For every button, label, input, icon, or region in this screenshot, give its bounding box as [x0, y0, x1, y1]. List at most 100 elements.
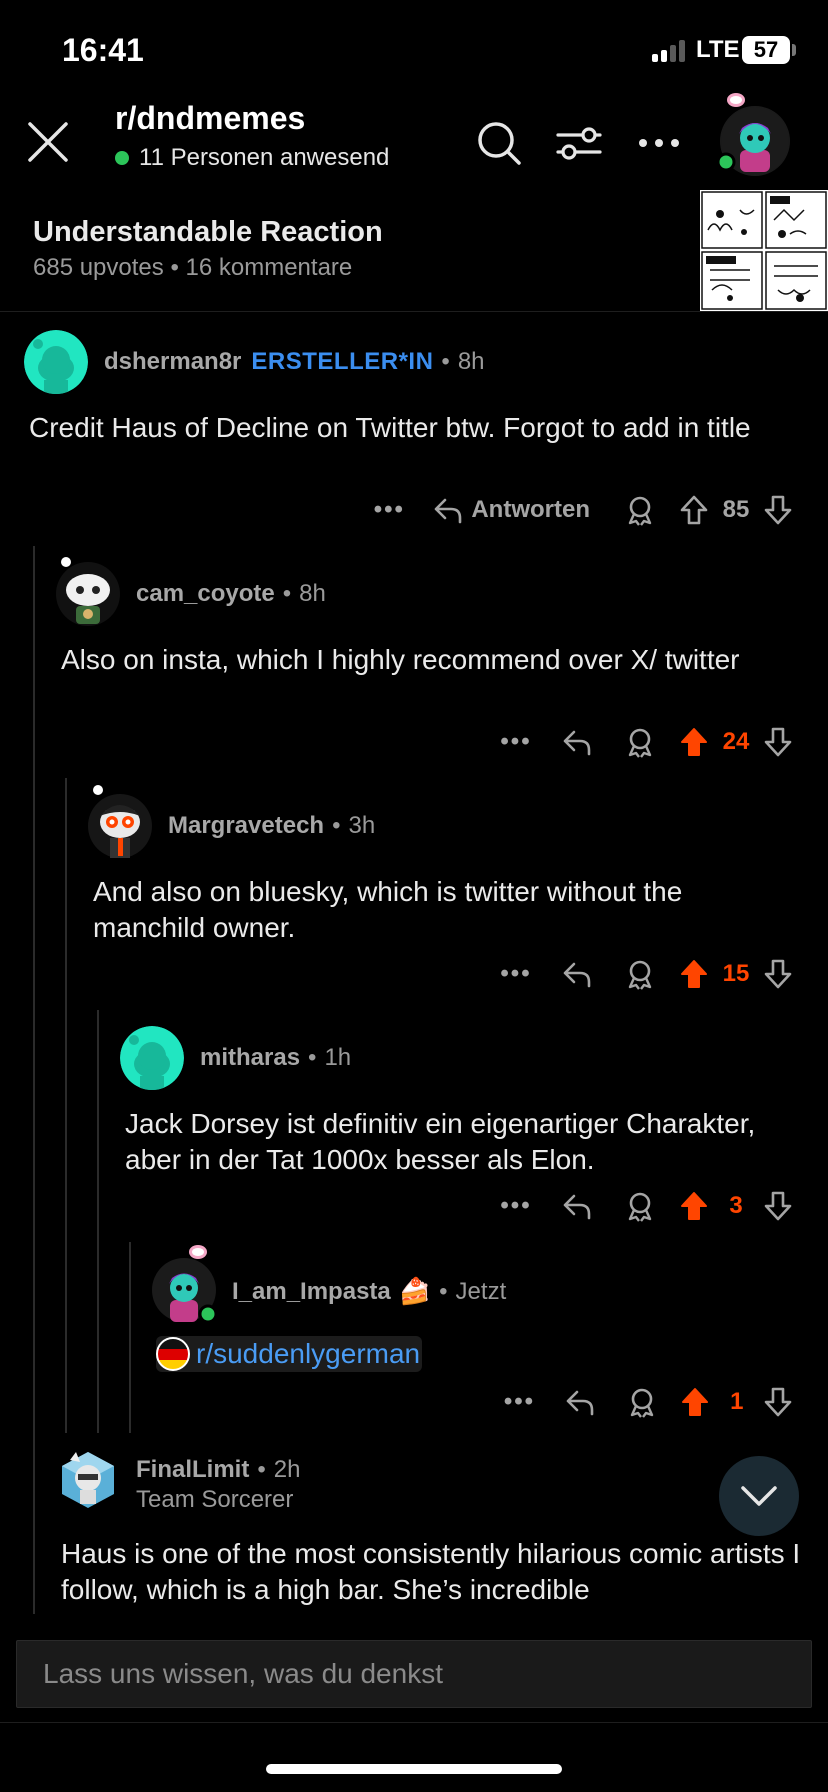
award-button[interactable] — [608, 722, 672, 762]
more-icon — [639, 139, 679, 147]
thread-line[interactable] — [97, 1010, 99, 1433]
upvote-filled-icon — [681, 960, 707, 988]
vote-score: 15 — [722, 960, 750, 987]
thread-line[interactable] — [33, 546, 35, 1614]
reply-button[interactable] — [549, 1382, 611, 1422]
post-title: Understandable Reaction — [33, 216, 383, 248]
search-button[interactable] — [472, 116, 526, 170]
reply-button[interactable] — [546, 1186, 608, 1226]
comment-body: Also on insta, which I highly recommend … — [61, 644, 740, 675]
upvote-filled-icon — [682, 1388, 709, 1416]
award-icon — [628, 1192, 652, 1222]
avatar[interactable] — [24, 330, 88, 394]
award-icon — [628, 496, 652, 526]
downvote-button[interactable] — [756, 1186, 800, 1226]
subreddit-name[interactable]: r/dndmemes — [115, 100, 305, 137]
avatar[interactable] — [56, 1448, 120, 1512]
comment-author[interactable]: mitharas — [200, 1044, 300, 1072]
award-button[interactable] — [608, 954, 672, 994]
op-badge: ERSTELLER*IN — [251, 348, 434, 375]
comment-author[interactable]: I_am_Impasta — [232, 1278, 391, 1306]
more-button[interactable]: ••• — [490, 1382, 549, 1422]
post-thumbnail[interactable] — [700, 190, 828, 311]
separator-dot: • — [332, 812, 341, 839]
upvote-icon — [680, 495, 708, 525]
avatar[interactable] — [152, 1245, 218, 1324]
comment-body: Haus is one of the most consistently hil… — [61, 1538, 801, 1605]
award-button[interactable] — [608, 490, 672, 530]
avatar[interactable] — [120, 1026, 184, 1090]
comment-body: Credit Haus of Decline on Twitter btw. F… — [29, 412, 751, 443]
downvote-button[interactable] — [757, 1382, 800, 1422]
snoo-avatar-icon — [152, 1245, 218, 1324]
award-button[interactable] — [611, 1382, 674, 1422]
reply-button[interactable] — [546, 722, 608, 762]
signal-icon — [652, 38, 690, 62]
comment-body: Jack Dorsey ist definitiv ein eigenartig… — [125, 1108, 756, 1175]
thread-line[interactable] — [129, 1242, 131, 1433]
sort-filter-button[interactable] — [552, 116, 606, 170]
header: r/dndmemes 11 Personen anwesend — [0, 93, 828, 190]
more-button[interactable]: ••• — [486, 1186, 546, 1226]
more-button[interactable]: ••• — [486, 954, 546, 994]
downvote-icon — [764, 495, 792, 525]
more-button[interactable]: ••• — [486, 722, 546, 762]
german-flag-icon — [156, 1337, 190, 1371]
downvote-button[interactable] — [756, 954, 800, 994]
award-icon — [628, 960, 652, 990]
close-icon — [28, 122, 68, 162]
reply-icon — [566, 1390, 594, 1416]
reply-label: Antworten — [471, 496, 590, 523]
snoo-avatar-icon — [24, 330, 88, 394]
comment-author[interactable]: Margravetech — [168, 812, 324, 840]
award-button[interactable] — [608, 1186, 672, 1226]
comment-time: 1h — [324, 1044, 352, 1071]
reply-button[interactable]: Antworten — [419, 490, 608, 530]
filter-icon — [556, 127, 602, 160]
cake-emoji-icon: 🍰 — [398, 1276, 432, 1306]
scroll-next-button[interactable] — [719, 1456, 799, 1536]
user-flair: Team Sorcerer — [136, 1486, 294, 1513]
close-button[interactable] — [24, 118, 72, 166]
avatar[interactable] — [88, 785, 152, 858]
upvote-button[interactable] — [674, 1382, 717, 1422]
thread-line[interactable] — [65, 778, 67, 1433]
comment-header: Margravetech • 3h — [168, 812, 375, 840]
post-info-bar[interactable]: Understandable Reaction 685 upvotes • 16… — [0, 190, 828, 312]
comment-author[interactable]: FinalLimit — [136, 1456, 249, 1484]
comment-actions: ••• 1 — [490, 1382, 800, 1422]
upvote-button[interactable] — [672, 954, 716, 994]
network-label: LTE — [696, 36, 740, 63]
award-icon — [631, 1388, 654, 1418]
separator-dot: • — [439, 1277, 448, 1305]
avatar[interactable] — [56, 557, 120, 626]
user-avatar[interactable] — [716, 93, 790, 176]
comment-header: I_am_Impasta 🍰 • Jetzt — [232, 1276, 506, 1307]
comment-actions: ••• Antworten 85 — [320, 490, 800, 530]
separator-dot: • — [308, 1044, 317, 1071]
downvote-icon — [764, 727, 792, 757]
online-text: 11 Personen anwesend — [139, 144, 390, 171]
upvote-filled-icon — [681, 728, 707, 756]
comment-header: FinalLimit • 2h — [136, 1456, 300, 1484]
comment-author[interactable]: cam_coyote — [136, 580, 275, 608]
reply-button[interactable] — [546, 954, 608, 994]
separator-dot: • — [257, 1456, 266, 1483]
separator-dot: • — [441, 348, 450, 375]
comment-actions: ••• 24 — [460, 722, 800, 762]
status-bar: 16:41 LTE 57 — [0, 0, 828, 100]
comment-composer[interactable] — [16, 1640, 812, 1708]
subreddit-link[interactable]: r/suddenlygerman — [156, 1336, 423, 1372]
upvote-button[interactable] — [672, 722, 716, 762]
downvote-button[interactable] — [756, 490, 800, 530]
comment-header: mitharas • 1h — [200, 1044, 351, 1072]
comment-input[interactable] — [17, 1641, 811, 1707]
upvote-button[interactable] — [672, 490, 716, 530]
home-indicator[interactable] — [266, 1764, 562, 1774]
more-button[interactable]: ••• — [359, 490, 419, 530]
more-options-button[interactable] — [632, 116, 686, 170]
downvote-button[interactable] — [756, 722, 800, 762]
upvote-button[interactable] — [672, 1186, 716, 1226]
reply-icon — [563, 1194, 591, 1220]
comment-author[interactable]: dsherman8r — [104, 348, 241, 376]
